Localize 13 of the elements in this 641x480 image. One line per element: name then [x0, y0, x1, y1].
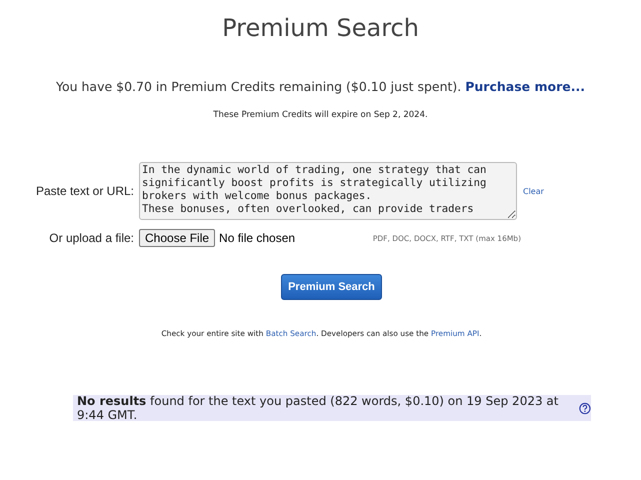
result-message: No results found for the text you pasted (822 words, $0.10) on 19 Sep 2023 at 9:44 GMT.	[77, 394, 560, 422]
premium-search-button[interactable]: Premium Search	[281, 274, 382, 300]
text-input-field[interactable]: In the dynamic world of trading, one strategy that can significantly boost profits is strategically utilizing brokers with welcome bonus packages. These bonuses, often overlooked, can provide traders	[139, 162, 517, 220]
credits-message: You have $0.70 in Premium Credits remaining ($0.10 just spent).	[56, 79, 462, 94]
file-status: No file chosen	[219, 231, 296, 245]
expiry-notice: These Premium Credits will expire on Sep 2, 2024.	[212, 110, 429, 120]
upload-label: Or upload a file:	[48, 231, 135, 245]
paste-label: Paste text or URL:	[34, 184, 135, 198]
help-icon[interactable]	[579, 402, 591, 414]
choose-file-button[interactable]: Choose File	[139, 229, 216, 247]
clear-link[interactable]: Clear	[523, 186, 544, 196]
page-title: Premium Search	[221, 13, 420, 42]
purchase-link[interactable]: Purchase more...	[465, 79, 585, 94]
